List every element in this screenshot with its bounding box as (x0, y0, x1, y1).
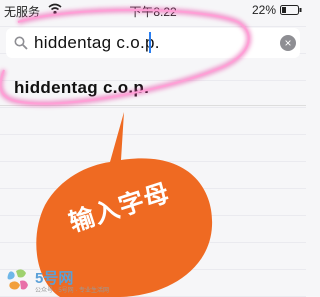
watermark: 5号网 公众号 · 5号网 · 专业生活网 (2, 265, 109, 297)
callout-bubble (36, 112, 213, 297)
watermark-logo-icon (7, 269, 28, 290)
watermark-subtitle: 公众号 · 5号网 · 专业生活网 (35, 288, 110, 294)
